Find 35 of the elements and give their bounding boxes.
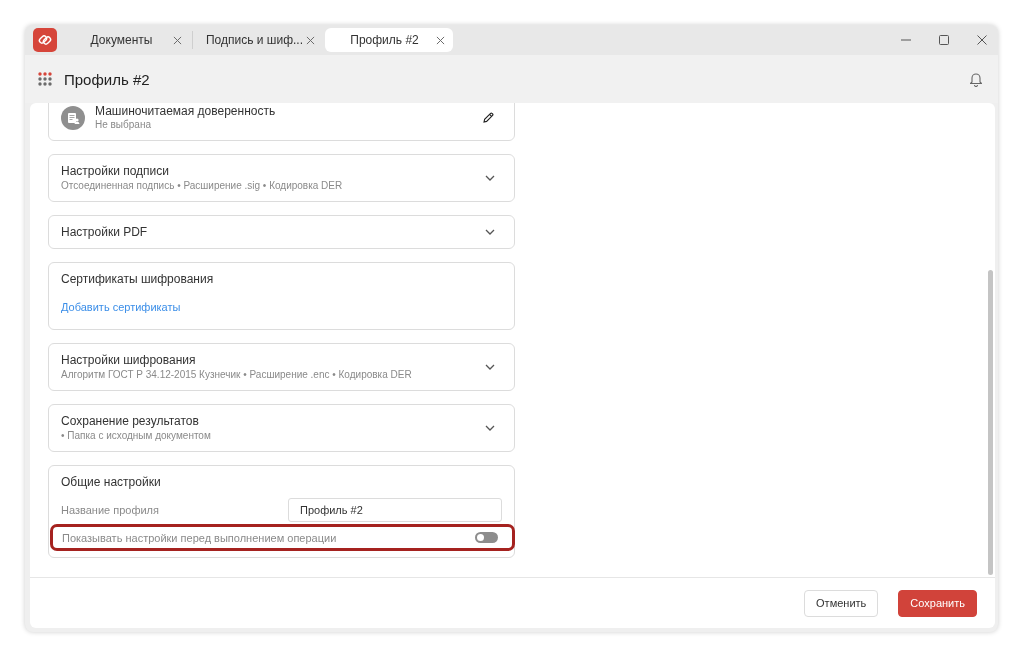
logo-icon	[33, 28, 57, 52]
section-title: Сертификаты шифрования	[61, 271, 214, 287]
section-title: Настройки шифрования	[61, 352, 196, 368]
save-button[interactable]: Сохранить	[898, 589, 977, 617]
close-tab-icon[interactable]	[173, 35, 182, 45]
toggle-switch[interactable]	[475, 532, 498, 543]
section-title: Общие настройки	[61, 474, 161, 490]
section-title: Сохранение результатов	[61, 413, 199, 429]
tab[interactable]: Профиль #2	[325, 28, 453, 52]
document-avatar-icon	[61, 106, 85, 130]
close-tab-icon[interactable]	[436, 35, 445, 45]
profile-name-field[interactable]: Профиль #2	[288, 498, 502, 522]
section-title: Настройки PDF	[61, 224, 148, 240]
pencil-icon[interactable]	[482, 112, 494, 124]
chevron-icon[interactable]	[485, 229, 495, 235]
chevron-icon[interactable]	[485, 175, 495, 181]
scrollbar[interactable]	[988, 270, 993, 575]
cancel-button[interactable]: Отменить	[804, 589, 879, 617]
close-tab-icon[interactable]	[306, 35, 315, 45]
add-certificates-link[interactable]: Добавить сертификаты	[61, 299, 181, 315]
tab[interactable]: Документы	[62, 28, 190, 52]
section-summary: Отсоединенная подпись • Расширение .sig • Кодировка DER	[61, 179, 343, 193]
chevron-icon[interactable]	[485, 425, 495, 431]
section-summary: Алгоритм ГОСТ Р 34.12-2015 Кузнечик • Расширение .enc • Кодировка DER	[61, 368, 412, 382]
bell-icon[interactable]	[969, 71, 983, 87]
apps-grid-icon[interactable]	[38, 72, 52, 86]
section-summary: Не выбрана	[95, 118, 151, 132]
field-label: Название профиля	[61, 504, 160, 516]
tab[interactable]: Подпись и шиф...	[195, 28, 323, 52]
page-title: Профиль #2	[64, 70, 150, 88]
section-summary: • Папка с исходным документом	[61, 429, 211, 443]
chevron-icon[interactable]	[485, 364, 495, 370]
section-title: Машиночитаемая доверенность	[95, 104, 276, 118]
field-label: Показывать настройки перед выполнением операции	[62, 531, 338, 544]
section-title: Настройки подписи	[61, 163, 169, 179]
